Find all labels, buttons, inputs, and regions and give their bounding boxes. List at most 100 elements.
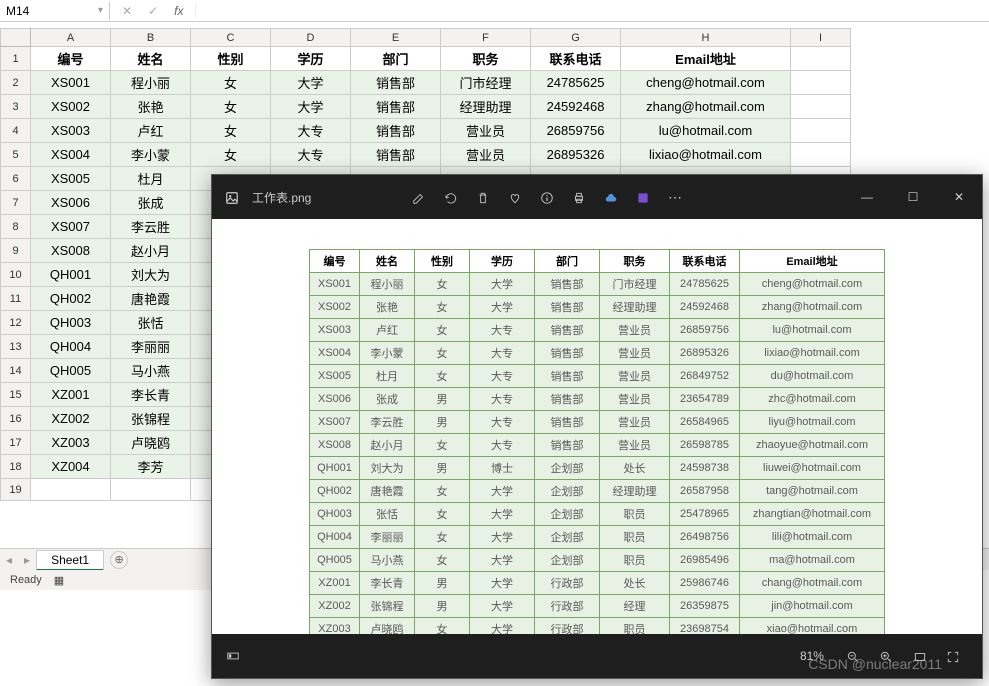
- cell[interactable]: QH002: [31, 287, 111, 311]
- cell[interactable]: XS003: [31, 119, 111, 143]
- cell[interactable]: 张艳: [111, 95, 191, 119]
- cell[interactable]: XZ003: [31, 431, 111, 455]
- cell[interactable]: 李长青: [111, 383, 191, 407]
- row-header[interactable]: 14: [1, 359, 31, 383]
- window-maximize[interactable]: ☐: [890, 190, 936, 204]
- cell[interactable]: 营业员: [441, 119, 531, 143]
- cell[interactable]: 编号: [31, 47, 111, 71]
- fit-icon[interactable]: [913, 648, 927, 663]
- cell[interactable]: QH003: [31, 311, 111, 335]
- formula-input[interactable]: [196, 9, 989, 13]
- cell[interactable]: 张锦程: [111, 407, 191, 431]
- cell[interactable]: 经理助理: [441, 95, 531, 119]
- chevron-down-icon[interactable]: ▾: [98, 5, 103, 16]
- cell[interactable]: 销售部: [351, 71, 441, 95]
- row-header[interactable]: 18: [1, 455, 31, 479]
- cloud-icon[interactable]: [604, 189, 618, 206]
- row-header[interactable]: 10: [1, 263, 31, 287]
- add-sheet-button[interactable]: ⊕: [110, 551, 128, 569]
- cell[interactable]: 性别: [191, 47, 271, 71]
- cell[interactable]: 李丽丽: [111, 335, 191, 359]
- sheet-nav-next-icon[interactable]: ▸: [18, 553, 36, 567]
- zoom-out-icon[interactable]: [846, 648, 860, 663]
- cell[interactable]: 张恬: [111, 311, 191, 335]
- cell[interactable]: 李云胜: [111, 215, 191, 239]
- row-header[interactable]: 15: [1, 383, 31, 407]
- row-header[interactable]: 5: [1, 143, 31, 167]
- cell[interactable]: 李小蒙: [111, 143, 191, 167]
- cell[interactable]: 销售部: [351, 143, 441, 167]
- rotate-icon[interactable]: [444, 189, 458, 206]
- row-header[interactable]: 8: [1, 215, 31, 239]
- fullscreen-icon[interactable]: [946, 648, 960, 663]
- window-minimize[interactable]: —: [844, 190, 890, 204]
- cell[interactable]: 杜月: [111, 167, 191, 191]
- row-header[interactable]: 19: [1, 479, 31, 501]
- zoom-in-icon[interactable]: [879, 648, 893, 663]
- col-header[interactable]: I: [791, 29, 851, 47]
- cell[interactable]: 李芳: [111, 455, 191, 479]
- cell[interactable]: Email地址: [621, 47, 791, 71]
- cell[interactable]: XS008: [31, 239, 111, 263]
- cell[interactable]: 女: [191, 71, 271, 95]
- cell[interactable]: [791, 143, 851, 167]
- cell[interactable]: 大专: [271, 143, 351, 167]
- name-box[interactable]: M14 ▾: [0, 2, 110, 20]
- cell[interactable]: 程小丽: [111, 71, 191, 95]
- cell[interactable]: 女: [191, 95, 271, 119]
- cell[interactable]: 销售部: [351, 119, 441, 143]
- cell[interactable]: 马小燕: [111, 359, 191, 383]
- col-header[interactable]: D: [271, 29, 351, 47]
- cell[interactable]: XS001: [31, 71, 111, 95]
- cell[interactable]: XZ001: [31, 383, 111, 407]
- cell[interactable]: zhang@hotmail.com: [621, 95, 791, 119]
- cell[interactable]: [791, 47, 851, 71]
- delete-icon[interactable]: [476, 189, 490, 206]
- fx-icon[interactable]: fx: [166, 4, 191, 18]
- cell[interactable]: QH005: [31, 359, 111, 383]
- heart-icon[interactable]: [508, 189, 522, 206]
- edit-icon[interactable]: [412, 189, 426, 206]
- col-header[interactable]: B: [111, 29, 191, 47]
- cell[interactable]: 26859756: [531, 119, 621, 143]
- cell[interactable]: 刘大为: [111, 263, 191, 287]
- cell[interactable]: lu@hotmail.com: [621, 119, 791, 143]
- cell[interactable]: QH001: [31, 263, 111, 287]
- cell[interactable]: 张成: [111, 191, 191, 215]
- print-icon[interactable]: [572, 189, 586, 206]
- col-header[interactable]: A: [31, 29, 111, 47]
- accept-icon[interactable]: ✓: [140, 4, 166, 18]
- cell[interactable]: XS007: [31, 215, 111, 239]
- filmstrip-icon[interactable]: [226, 649, 240, 664]
- cell[interactable]: 女: [191, 119, 271, 143]
- cell[interactable]: XS002: [31, 95, 111, 119]
- row-header[interactable]: 4: [1, 119, 31, 143]
- cell[interactable]: 门市经理: [441, 71, 531, 95]
- col-header[interactable]: G: [531, 29, 621, 47]
- more-icon[interactable]: ⋯: [668, 189, 682, 206]
- info-icon[interactable]: [540, 189, 554, 206]
- cell[interactable]: QH004: [31, 335, 111, 359]
- cell[interactable]: [791, 71, 851, 95]
- window-close[interactable]: ✕: [936, 190, 982, 204]
- cell[interactable]: XZ002: [31, 407, 111, 431]
- cell[interactable]: 卢红: [111, 119, 191, 143]
- cell[interactable]: 24592468: [531, 95, 621, 119]
- cell[interactable]: XS005: [31, 167, 111, 191]
- cell[interactable]: 赵小月: [111, 239, 191, 263]
- cancel-icon[interactable]: ✕: [114, 4, 140, 18]
- cell[interactable]: 大学: [271, 95, 351, 119]
- cell[interactable]: 营业员: [441, 143, 531, 167]
- cell[interactable]: cheng@hotmail.com: [621, 71, 791, 95]
- cell[interactable]: 大专: [271, 119, 351, 143]
- cell[interactable]: [111, 479, 191, 501]
- col-header[interactable]: C: [191, 29, 271, 47]
- cell[interactable]: [31, 479, 111, 501]
- row-header[interactable]: 1: [1, 47, 31, 71]
- clipchamp-icon[interactable]: [636, 189, 650, 206]
- cell[interactable]: XS004: [31, 143, 111, 167]
- row-header[interactable]: 16: [1, 407, 31, 431]
- cell[interactable]: XZ004: [31, 455, 111, 479]
- row-header[interactable]: 17: [1, 431, 31, 455]
- row-header[interactable]: 12: [1, 311, 31, 335]
